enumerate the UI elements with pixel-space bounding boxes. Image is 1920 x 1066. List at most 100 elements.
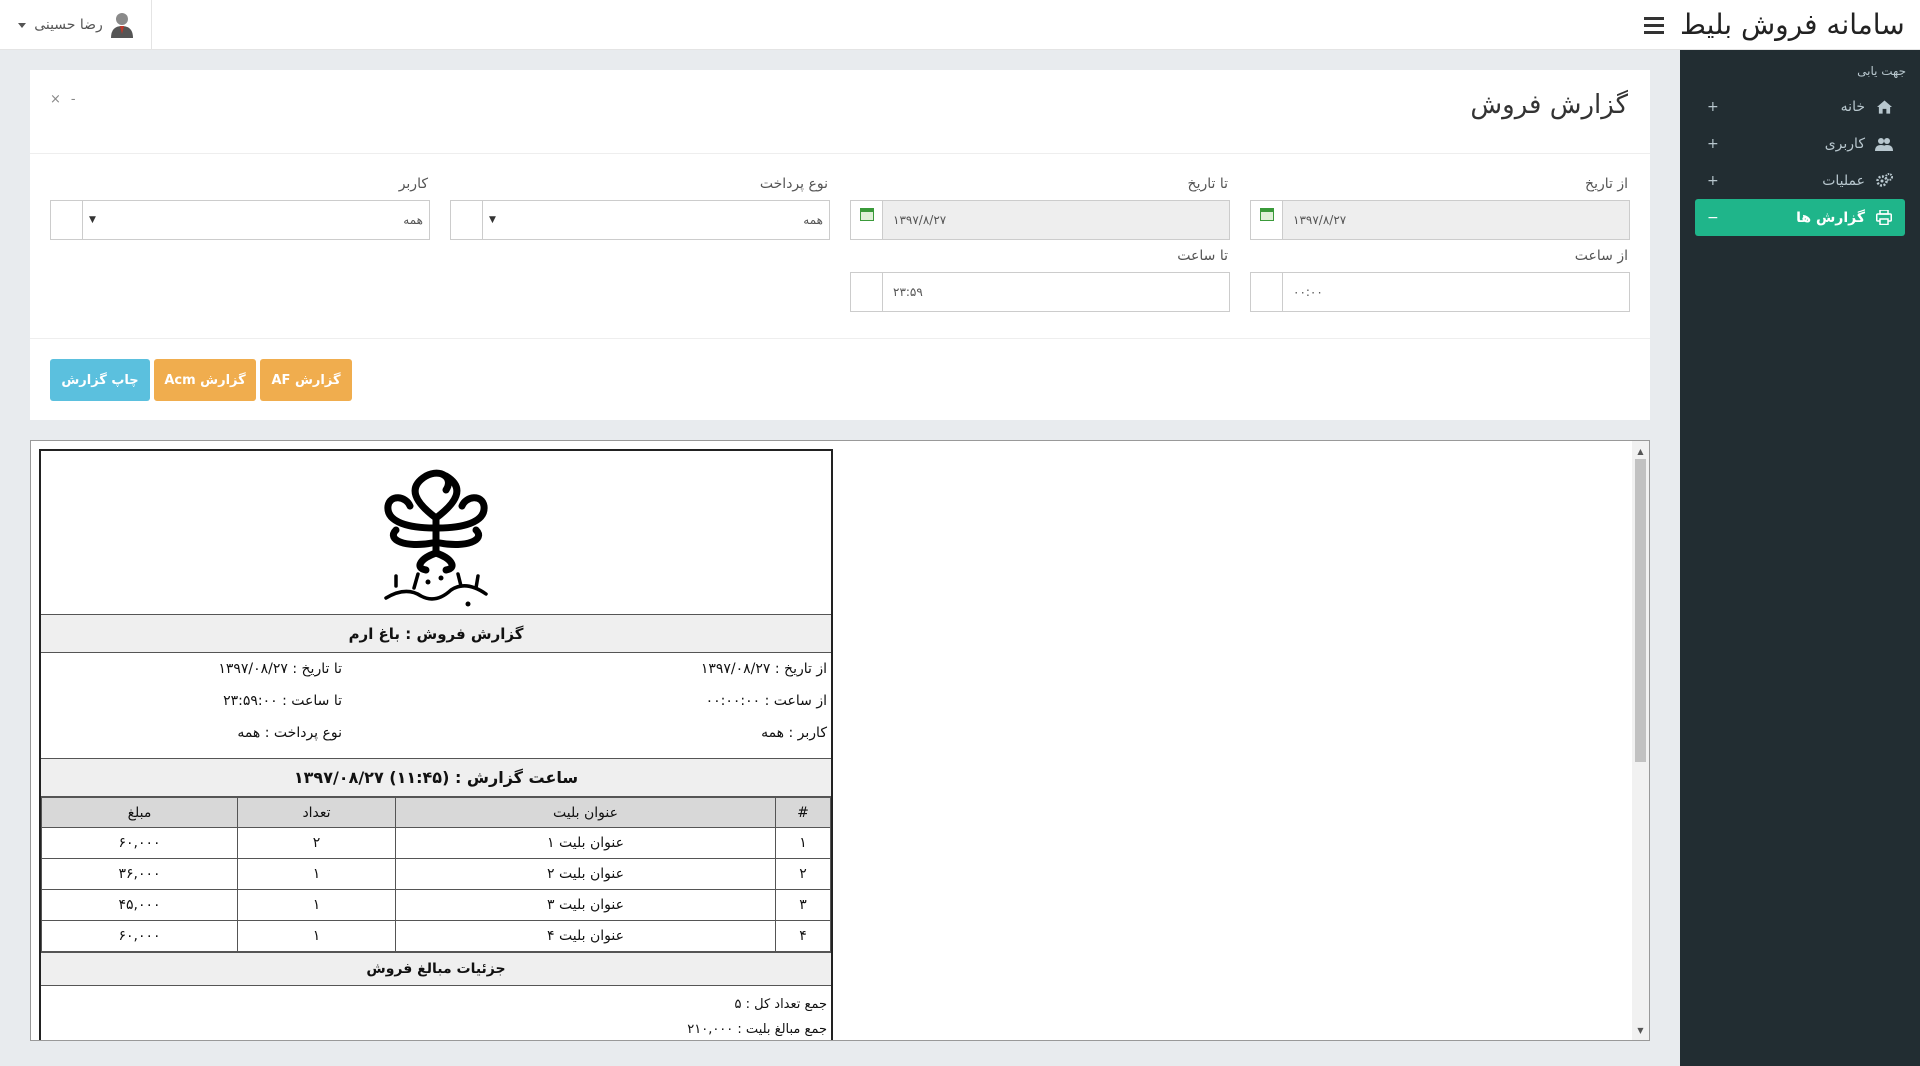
sidebar-item-operations[interactable]: عملیات +: [1695, 162, 1905, 199]
filter-panel: گزارش فروش × - از تاریخ ۱۳۹۷/۸/۲۷ تا تار…: [30, 70, 1650, 420]
top-navbar: رضا حسینی: [0, 0, 1680, 50]
column-header: عنوان بلیت: [395, 797, 776, 828]
user-select[interactable]: ▼ همه: [83, 201, 429, 239]
row-number: ۴: [775, 920, 831, 952]
column-header: تعداد: [237, 797, 396, 828]
report-title: گزارش فروش : باغ ارم: [41, 615, 831, 653]
scroll-thumb[interactable]: [1635, 459, 1646, 762]
collapse-icon[interactable]: -: [71, 92, 76, 107]
table-row: ۲ عنوان بلیت ۲ ۱ ۳۶,۰۰۰: [41, 858, 831, 890]
collapse-icon: −: [1707, 209, 1719, 226]
box-tools: × -: [50, 92, 76, 107]
print-icon: [1875, 209, 1893, 227]
details-body: جمع تعداد کل : ۵ جمع مبالغ بلیت : ۲۱۰,۰۰…: [41, 986, 831, 1040]
ticket-count: ۱: [237, 889, 396, 921]
ticket-title: عنوان بلیت ۱: [395, 827, 776, 859]
report-time: ساعت گزارش : (۱۱:۴۵) ۱۳۹۷/۰۸/۲۷: [41, 759, 831, 797]
ticket-title: عنوان بلیت ۲: [395, 858, 776, 890]
scroll-down-icon[interactable]: ▼: [1632, 1022, 1649, 1038]
from-date-label: از تاریخ: [1585, 176, 1628, 192]
from-time-input[interactable]: ۰۰:۰۰: [1283, 273, 1629, 311]
filter-panel-header: گزارش فروش × -: [30, 70, 1650, 154]
table-row: ۳ عنوان بلیت ۳ ۱ ۴۵,۰۰۰: [41, 889, 831, 921]
report-user: کاربر : همه: [761, 725, 827, 741]
from-date-input[interactable]: ۱۳۹۷/۸/۲۷: [1283, 201, 1629, 239]
menu-toggle-icon[interactable]: [1640, 11, 1668, 39]
from-time-group: از ساعت ۰۰:۰۰: [1250, 248, 1630, 312]
from-date-group: از تاریخ ۱۳۹۷/۸/۲۷: [1250, 176, 1630, 240]
print-report-button[interactable]: چاپ گزارش: [50, 359, 150, 401]
to-time-label: تا ساعت: [1177, 248, 1228, 264]
report-from-date: از تاریخ : ۱۳۹۷/۰۸/۲۷: [700, 661, 827, 677]
payment-type-value: همه: [803, 213, 823, 227]
users-icon: [1875, 135, 1893, 153]
ticket-amount: ۶۰,۰۰۰: [41, 920, 238, 952]
payment-type-label: نوع پرداخت: [759, 176, 828, 192]
ticket-count: ۲: [237, 827, 396, 859]
report-info: از تاریخ : ۱۳۹۷/۰۸/۲۷ تا تاریخ : ۱۳۹۷/۰۸…: [41, 653, 831, 759]
expand-icon: +: [1707, 172, 1719, 189]
time-addon: [851, 273, 883, 311]
total-amount: جمع مبالغ بلیت : ۲۱۰,۰۰۰: [687, 1022, 827, 1037]
report-scrollbar[interactable]: ▲ ▼: [1632, 441, 1649, 1040]
acm-report-button[interactable]: گزارش Acm: [154, 359, 256, 401]
ticket-amount: ۴۵,۰۰۰: [41, 889, 238, 921]
caret-down-icon: [18, 22, 27, 28]
to-time-input[interactable]: ۲۳:۵۹: [883, 273, 1229, 311]
home-icon: [1875, 98, 1893, 116]
gears-icon: [1875, 172, 1893, 190]
sidebar-item-users[interactable]: کاربری +: [1695, 125, 1905, 162]
sidebar-item-reports[interactable]: گزارش ها −: [1695, 199, 1905, 236]
table-header-row: # عنوان بلیت تعداد مبلغ: [41, 797, 831, 828]
select-addon: [451, 201, 483, 239]
table-row: ۴ عنوان بلیت ۴ ۱ ۶۰,۰۰۰: [41, 920, 831, 952]
user-menu[interactable]: رضا حسینی: [0, 0, 152, 50]
report-payment-type: نوع پرداخت : همه: [237, 725, 342, 741]
user-value: همه: [403, 213, 423, 227]
expand-icon: +: [1707, 98, 1719, 115]
from-time-label: از ساعت: [1574, 248, 1628, 264]
to-date-group: تا تاریخ ۱۳۹۷/۸/۲۷: [850, 176, 1230, 240]
payment-type-select[interactable]: ▼ همه: [483, 201, 829, 239]
university-logo: [41, 451, 831, 615]
column-header: مبلغ: [41, 797, 238, 828]
dropdown-arrow-icon: ▼: [489, 215, 496, 225]
sales-table: # عنوان بلیت تعداد مبلغ ۱ عنوان بلیت ۱ ۲…: [41, 797, 831, 952]
user-avatar-icon: [110, 13, 133, 38]
report-to-time: تا ساعت : ۲۳:۵۹:۰۰: [223, 693, 342, 709]
divider: [30, 338, 1650, 339]
time-addon: [1251, 273, 1283, 311]
ticket-count: ۱: [237, 858, 396, 890]
to-date-label: تا تاریخ: [1187, 176, 1228, 192]
report-frame[interactable]: گزارش فروش : باغ ارم از تاریخ : ۱۳۹۷/۰۸/…: [30, 440, 1650, 1041]
ticket-title: عنوان بلیت ۳: [395, 889, 776, 921]
sidebar-item-label: عملیات: [1822, 172, 1865, 189]
ticket-amount: ۳۶,۰۰۰: [41, 858, 238, 890]
dropdown-arrow-icon: ▼: [89, 215, 96, 225]
ticket-title: عنوان بلیت ۴: [395, 920, 776, 952]
calendar-icon[interactable]: [1251, 201, 1283, 239]
ticket-amount: ۶۰,۰۰۰: [41, 827, 238, 859]
sidebar-item-home[interactable]: خانه +: [1695, 88, 1905, 125]
details-heading: جزئیات مبالغ فروش: [41, 952, 831, 986]
report-document: گزارش فروش : باغ ارم از تاریخ : ۱۳۹۷/۰۸/…: [39, 449, 833, 1040]
user-label: کاربر: [398, 176, 428, 192]
table-row: ۱ عنوان بلیت ۱ ۲ ۶۰,۰۰۰: [41, 827, 831, 859]
sidebar-header: جهت یابی: [1857, 64, 1906, 78]
scroll-up-icon[interactable]: ▲: [1632, 443, 1649, 459]
af-report-button[interactable]: گزارش AF: [260, 359, 352, 401]
row-number: ۳: [775, 889, 831, 921]
expand-icon: +: [1707, 135, 1719, 152]
calendar-icon[interactable]: [851, 201, 883, 239]
sidebar-item-label: کاربری: [1824, 135, 1865, 152]
app-title[interactable]: سامانه فروش بلیط: [1680, 0, 1920, 50]
total-count: جمع تعداد کل : ۵: [734, 997, 827, 1012]
to-date-input[interactable]: ۱۳۹۷/۸/۲۷: [883, 201, 1229, 239]
column-header: #: [775, 797, 831, 828]
payment-type-group: نوع پرداخت ▼ همه: [450, 176, 830, 240]
sidebar-item-label: گزارش ها: [1796, 209, 1865, 226]
to-time-group: تا ساعت ۲۳:۵۹: [850, 248, 1230, 312]
close-icon[interactable]: ×: [50, 92, 61, 107]
row-number: ۱: [775, 827, 831, 859]
sidebar-item-label: خانه: [1840, 98, 1865, 115]
